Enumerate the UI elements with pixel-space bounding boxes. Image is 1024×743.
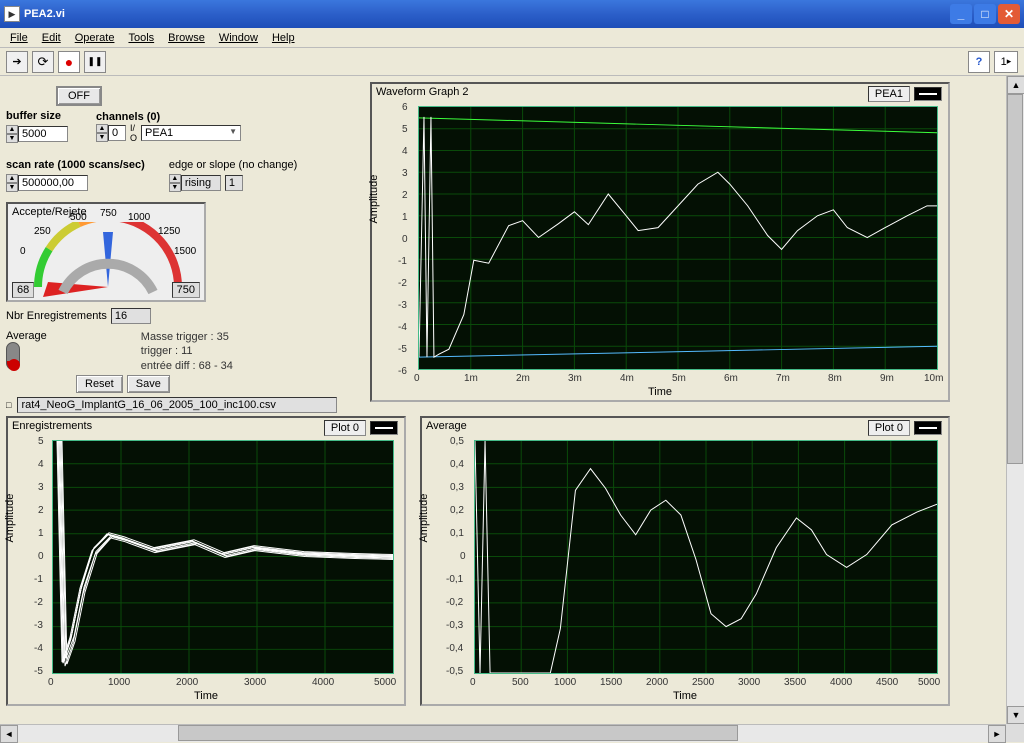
scan-rate-label: scan rate (1000 scans/sec) [6, 159, 145, 171]
chart1-legend-label[interactable]: PEA1 [868, 86, 910, 102]
menu-window[interactable]: Window [213, 30, 264, 46]
chart3-ylabel: Amplitude [418, 494, 430, 543]
context-help-button[interactable]: ? [968, 51, 990, 73]
channels-select[interactable]: PEA1 [141, 125, 241, 141]
run-button[interactable] [6, 51, 28, 73]
off-button[interactable]: OFF [56, 86, 102, 106]
channels-index[interactable]: 0 [108, 125, 126, 141]
chart2-title: Enregistrements [12, 420, 92, 432]
pause-button[interactable] [84, 51, 106, 73]
chart3-title: Average [426, 420, 467, 432]
scroll-down-button[interactable]: ▼ [1007, 706, 1024, 724]
window-titlebar: PEA2.vi _ □ ✕ [0, 0, 1024, 28]
abort-button[interactable] [58, 51, 80, 73]
scan-rate-input[interactable]: 500000,00 [18, 175, 88, 191]
vertical-scrollbar[interactable]: ▲ ▼ [1006, 76, 1024, 724]
chart1-xlabel: Time [648, 386, 672, 398]
channels-index-spinner[interactable]: ▲▼ [96, 124, 108, 142]
waveform-graph-2: Waveform Graph 2 PEA1 Amplitude Time 6 5… [370, 82, 950, 402]
chart1-ylabel: Amplitude [368, 175, 380, 224]
nbr-enreg-value: 16 [111, 308, 151, 324]
average-thermometer [6, 342, 20, 370]
edge-label: edge or slope (no change) [169, 159, 297, 171]
buffer-size-input[interactable]: 5000 [18, 126, 68, 142]
accept-reject-gauge: Accepte/Rejete 0 250 500 750 1000 1250 1… [6, 202, 206, 302]
entree-diff-info: entrée diff : 68 - 34 [141, 359, 233, 373]
trigger-info: trigger : 11 [141, 344, 233, 358]
chart2-ylabel: Amplitude [4, 494, 16, 543]
context-menu-button[interactable]: 1▸ [994, 51, 1018, 73]
scroll-right-button[interactable]: ► [988, 725, 1006, 743]
scroll-left-button[interactable]: ◄ [0, 725, 18, 743]
gauge-value-right: 750 [172, 282, 200, 298]
menu-edit[interactable]: Edit [36, 30, 67, 46]
chart2-legend-label[interactable]: Plot 0 [324, 420, 366, 436]
chart2-legend-swatch[interactable] [370, 421, 398, 435]
chart1-title: Waveform Graph 2 [376, 86, 469, 98]
scan-rate-spinner[interactable]: ▲▼ [6, 174, 18, 192]
menu-browse[interactable]: Browse [162, 30, 211, 46]
chart2-plot[interactable] [52, 440, 394, 674]
chart2-xlabel: Time [194, 690, 218, 702]
close-button[interactable]: ✕ [998, 4, 1020, 24]
horizontal-scrollbar[interactable]: ◄ ► [0, 724, 1006, 742]
toolbar: ? 1▸ [0, 48, 1024, 76]
chart3-legend-swatch[interactable] [914, 421, 942, 435]
menu-operate[interactable]: Operate [69, 30, 121, 46]
chart3-legend-label[interactable]: Plot 0 [868, 420, 910, 436]
enregistrements-chart: Enregistrements Plot 0 Amplitude Time [6, 416, 406, 706]
controls-panel: OFF buffer size ▲▼ 5000 channels (0) ▲▼ … [6, 86, 356, 413]
masse-trigger-info: Masse trigger : 35 [141, 330, 233, 344]
menubar: File Edit Operate Tools Browse Window He… [0, 28, 1024, 48]
edge-value: 1 [225, 175, 243, 191]
average-label: Average [6, 330, 47, 342]
chart1-plot[interactable] [418, 106, 938, 370]
menu-file[interactable]: File [4, 30, 34, 46]
chart3-xlabel: Time [673, 690, 697, 702]
menu-tools[interactable]: Tools [122, 30, 160, 46]
save-button[interactable]: Save [127, 375, 170, 393]
buffer-size-spinner[interactable]: ▲▼ [6, 125, 18, 143]
edge-spinner[interactable]: ▲▼ [169, 174, 181, 192]
chart1-legend-swatch[interactable] [914, 87, 942, 101]
reset-button[interactable]: Reset [76, 375, 123, 393]
gauge-value-left: 68 [12, 282, 34, 298]
main-panel: OFF buffer size ▲▼ 5000 channels (0) ▲▼ … [0, 76, 1024, 724]
chart3-plot[interactable] [474, 440, 938, 674]
menu-help[interactable]: Help [266, 30, 301, 46]
nbr-enreg-label: Nbr Enregistrements [6, 310, 107, 322]
buffer-size-label: buffer size [6, 110, 68, 122]
maximize-button[interactable]: □ [974, 4, 996, 24]
minimize-button[interactable]: _ [950, 4, 972, 24]
window-title: PEA2.vi [24, 8, 950, 20]
channels-label: channels (0) [96, 111, 241, 123]
gauge-needle-red [43, 282, 108, 297]
file-path-field[interactable]: rat4_NeoG_ImplantG_16_06_2005_100_inc100… [17, 397, 337, 413]
edge-select[interactable]: rising [181, 175, 221, 191]
app-icon [4, 6, 20, 22]
average-chart: Average Plot 0 Amplitude Time 0,5 0,4 0,… [420, 416, 950, 706]
resize-grip[interactable] [1006, 724, 1024, 742]
run-continuous-button[interactable] [32, 51, 54, 73]
scroll-up-button[interactable]: ▲ [1007, 76, 1024, 94]
